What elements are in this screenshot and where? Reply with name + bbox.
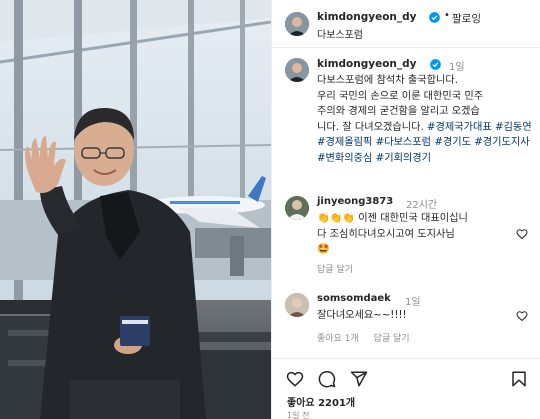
caption-username[interactable]: kimdongyeon_dy [317,58,417,70]
reply-button[interactable]: 답글 달기 [374,334,410,344]
verified-badge-icon [430,59,441,70]
comment-icon[interactable] [318,370,336,388]
comment-meta: 좋아요 1개 답글 달기 [317,331,422,344]
comment-time[interactable]: 22시간 [406,196,437,211]
comment-line: 다 조심히다녀오시고여 도지사님 [317,228,455,240]
post-timestamp[interactable]: 1일 전 [287,410,309,419]
hashtag-link[interactable]: #다보스포럼 [376,137,431,148]
comment-line: 🤩 [317,244,330,255]
comment-like-heart-icon[interactable] [516,310,528,322]
hashtag-link[interactable]: #경기도 [434,137,471,148]
commenter-username[interactable]: somsomdaek [317,293,391,304]
comment-line: 👏👏👏 이젠 대한민국 대표이십니 [317,213,468,224]
comment-likes-count[interactable]: 좋아요 1개 [317,334,359,344]
post-location[interactable]: 다보스포럼 [317,26,363,41]
following-button[interactable]: 팔로잉 [452,11,481,26]
bookmark-icon[interactable] [510,370,528,388]
post-likes-count[interactable]: 좋아요 2201개 [287,394,355,409]
post-action-bar [272,358,540,398]
caption-line: 니다. 잘 다녀오겠습니다. [317,121,427,133]
caption-line: 우리 국민의 손으로 이룬 대한민국 민주 [317,90,484,102]
commenter-username[interactable]: jinyeong3873 [317,196,393,207]
caption-time[interactable]: 1일 [449,58,465,73]
hashtag-link[interactable]: #경기도지사 [474,137,529,148]
comment-text: 👏👏👏 이젠 대한민국 대표이십니 다 조심히다녀오시고여 도지사님 🤩 [317,211,517,258]
post-side-panel: kimdongyeon_dy • 팔로잉 다보스포럼 kimdongyeon_d… [271,0,540,419]
post-photo[interactable] [0,0,271,419]
comment-line: 잘다녀오세요~~!!!! [317,310,407,321]
commenter-avatar[interactable] [285,293,309,317]
separator-dot: • [444,10,450,21]
hashtag-link[interactable]: #변화의중심 [317,153,372,164]
post-header: kimdongyeon_dy • 팔로잉 다보스포럼 [272,0,540,48]
caption-text: 다보스포럼에 참석차 출국합니다. 우리 국민의 손으로 이룬 대한민국 민주 … [317,73,533,166]
airport-terminal-photo [0,0,271,419]
comment-like-heart-icon[interactable] [516,228,528,240]
caption-author-avatar[interactable] [285,58,309,82]
verified-badge-icon [429,12,440,23]
instagram-post: kimdongyeon_dy • 팔로잉 다보스포럼 kimdongyeon_d… [0,0,540,419]
author-username[interactable]: kimdongyeon_dy [317,11,417,23]
hashtag-link[interactable]: #경제국가대표 [427,122,492,133]
author-avatar[interactable] [285,12,309,36]
caption-line: 다보스포럼에 참석차 출국합니다. [317,75,458,86]
comment-meta: 답글 달기 [317,262,365,275]
comment-text: 잘다녀오세요~~!!!! [317,308,517,324]
commenter-avatar[interactable] [285,196,309,220]
hashtag-link[interactable]: #경제올림픽 [317,137,372,148]
hashtag-link[interactable]: #김동연 [495,122,532,133]
heart-icon[interactable] [286,370,304,388]
paper-plane-icon[interactable] [350,370,368,388]
caption-line: 주의와 경제의 굳건함을 알리고 오겠습 [317,106,480,117]
hashtag-link[interactable]: #기회의경기 [376,153,431,164]
comment-time[interactable]: 1일 [405,293,421,308]
reply-button[interactable]: 답글 달기 [317,265,353,275]
